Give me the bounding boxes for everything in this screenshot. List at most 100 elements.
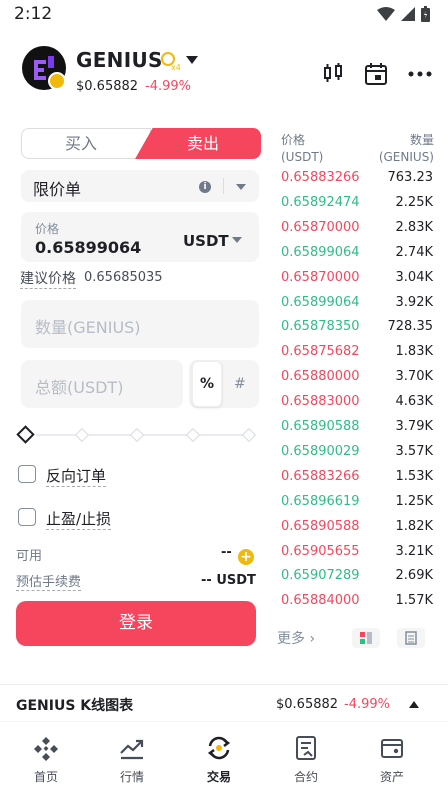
- orderbook-row-qty: 1.57K: [395, 593, 433, 609]
- suggested-price-label[interactable]: 建议价格: [20, 268, 76, 289]
- amount-slider-track[interactable]: [36, 434, 254, 436]
- qty-header-unit: (GENIUS): [378, 150, 434, 164]
- orderbook-mode-list-icon[interactable]: [397, 628, 425, 648]
- slider-step-75[interactable]: [185, 427, 201, 443]
- token-logo: [22, 46, 66, 90]
- orderbook-row[interactable]: 0.65892474 2.25K: [281, 195, 433, 220]
- wifi-icon: [377, 7, 395, 21]
- fee-value: -- USDT: [201, 573, 256, 588]
- orderbook-row-price: 0.65870000: [281, 269, 360, 285]
- status-time: 2:12: [14, 4, 53, 24]
- amount-input[interactable]: 数量(GENIUS): [35, 314, 141, 338]
- tab-buy[interactable]: 买入: [21, 128, 151, 159]
- orderbook-price-header: 价格 (USDT): [281, 132, 323, 166]
- orderbook-row-price: 0.65880000: [281, 369, 360, 385]
- fee-label[interactable]: 预估手续费: [16, 571, 82, 591]
- orderbook-row-qty: 3.57K: [395, 443, 433, 459]
- orderbook-row[interactable]: 0.65884000 1.57K: [281, 593, 433, 618]
- amount-field[interactable]: 数量(GENIUS): [21, 300, 259, 348]
- orderbook-row-price: 0.65883266: [281, 170, 360, 185]
- home-icon: [34, 737, 58, 761]
- pair-name[interactable]: GENIUS: [76, 48, 163, 72]
- amount-mode-button[interactable]: #: [234, 376, 246, 392]
- reverse-order-label[interactable]: 反向订单: [46, 465, 107, 487]
- reverse-order-checkbox[interactable]: [18, 465, 36, 483]
- nav-home[interactable]: 首页: [6, 734, 86, 785]
- nav-wallet[interactable]: 资产: [352, 734, 432, 785]
- kline-title: GENIUS K线图表: [16, 698, 134, 714]
- orderbook-row-price: 0.65890588: [281, 518, 360, 534]
- order-type-select[interactable]: 限价单 i: [21, 170, 259, 202]
- orderbook-mode-both-icon[interactable]: [352, 628, 380, 648]
- orderbook-row-qty: 3.04K: [395, 269, 433, 285]
- orderbook-row-qty: 3.92K: [395, 294, 433, 310]
- orderbook-row[interactable]: 0.65890029 3.57K: [281, 444, 433, 469]
- nav-home-label: 首页: [33, 770, 58, 784]
- bottom-nav: 首页 行情 交易 合约 资产: [0, 726, 448, 799]
- orderbook-row[interactable]: 0.65883266 1.53K: [281, 469, 433, 494]
- slider-step-100[interactable]: [241, 427, 257, 443]
- orderbook-row-price: 0.65905655: [281, 543, 360, 559]
- tpsl-checkbox[interactable]: [18, 508, 36, 526]
- orderbook-row-qty: 1.53K: [395, 468, 433, 484]
- calendar-icon[interactable]: [364, 62, 388, 86]
- slider-step-50[interactable]: [129, 427, 145, 443]
- orderbook-row[interactable]: 0.65875682 1.83K: [281, 344, 433, 369]
- orderbook-row-price: 0.65896619: [281, 493, 360, 509]
- markets-icon: [120, 739, 144, 760]
- orderbook-more-link[interactable]: 更多 ›: [277, 628, 315, 648]
- nav-markets-label: 行情: [119, 770, 144, 784]
- total-input[interactable]: 总额(USDT): [35, 374, 123, 398]
- orderbook-row-price: 0.65890029: [281, 443, 360, 459]
- deposit-plus-icon[interactable]: +: [238, 549, 254, 565]
- pair-dropdown-icon[interactable]: [186, 56, 198, 64]
- orderbook-row[interactable]: 0.65907289 2.69K: [281, 568, 433, 593]
- orderbook-row[interactable]: 0.65890588 3.79K: [281, 419, 433, 444]
- price-header-label: 价格: [281, 133, 306, 147]
- orderbook-row[interactable]: 0.65896619 1.25K: [281, 494, 433, 519]
- total-field[interactable]: 总额(USDT): [21, 360, 183, 408]
- orderbook-row[interactable]: 0.65870000 2.83K: [281, 220, 433, 245]
- orderbook-row[interactable]: 0.65905655 3.21K: [281, 544, 433, 569]
- suggested-price-value: 0.65685035: [84, 270, 163, 285]
- more-icon[interactable]: [408, 71, 432, 77]
- nav-markets[interactable]: 行情: [92, 734, 172, 785]
- login-button[interactable]: 登录: [16, 601, 256, 646]
- orderbook-row-qty: 2.74K: [395, 244, 433, 260]
- tab-sell[interactable]: 卖出: [135, 128, 261, 159]
- price-input[interactable]: 0.65899064: [35, 238, 141, 257]
- price-unit[interactable]: USDT: [183, 232, 229, 250]
- battery-icon: [421, 6, 430, 22]
- price-field[interactable]: 价格 0.65899064 USDT: [21, 212, 259, 262]
- expand-up-icon[interactable]: [409, 701, 419, 708]
- info-icon[interactable]: i: [199, 181, 211, 193]
- orderbook-row-price: 0.65883266: [281, 468, 360, 484]
- orderbook-row-qty: 4.63K: [395, 394, 433, 410]
- available-value: --: [221, 545, 232, 560]
- available-label: 可用: [16, 549, 43, 564]
- orderbook-row[interactable]: 0.65899064 3.92K: [281, 295, 433, 320]
- orderbook-row[interactable]: 0.65883266 763.23: [281, 170, 433, 195]
- orderbook-row-qty: 2.25K: [395, 194, 433, 210]
- slider-handle[interactable]: [16, 425, 35, 444]
- orderbook-row[interactable]: 0.65878350 728.35: [281, 319, 433, 344]
- nav-futures[interactable]: 合约: [266, 734, 346, 785]
- orderbook-row[interactable]: 0.65880000 3.70K: [281, 369, 433, 394]
- tpsl-label[interactable]: 止盈/止损: [46, 508, 112, 530]
- orderbook-row-qty: 3.79K: [395, 419, 433, 434]
- orderbook-row[interactable]: 0.65890588 1.82K: [281, 519, 433, 544]
- orderbook-row[interactable]: 0.65870000 3.04K: [281, 270, 433, 295]
- nav-wallet-label: 资产: [379, 770, 404, 784]
- orderbook-row[interactable]: 0.65899064 2.74K: [281, 245, 433, 270]
- orderbook-row[interactable]: 0.65883000 4.63K: [281, 394, 433, 419]
- leverage-icon: x4: [161, 52, 180, 71]
- candlestick-icon[interactable]: [322, 62, 344, 84]
- kline-chart-bar[interactable]: GENIUS K线图表 $0.65882 -4.99%: [0, 684, 448, 722]
- percent-mode-button[interactable]: %: [192, 361, 222, 407]
- qty-header-label: 数量: [409, 133, 434, 147]
- nav-trade[interactable]: 交易: [179, 734, 259, 785]
- slider-step-25[interactable]: [74, 427, 90, 443]
- signal-icon: [401, 7, 415, 21]
- orderbook-row-price: 0.65907289: [281, 568, 360, 584]
- orderbook-row-qty: 728.35: [387, 319, 434, 335]
